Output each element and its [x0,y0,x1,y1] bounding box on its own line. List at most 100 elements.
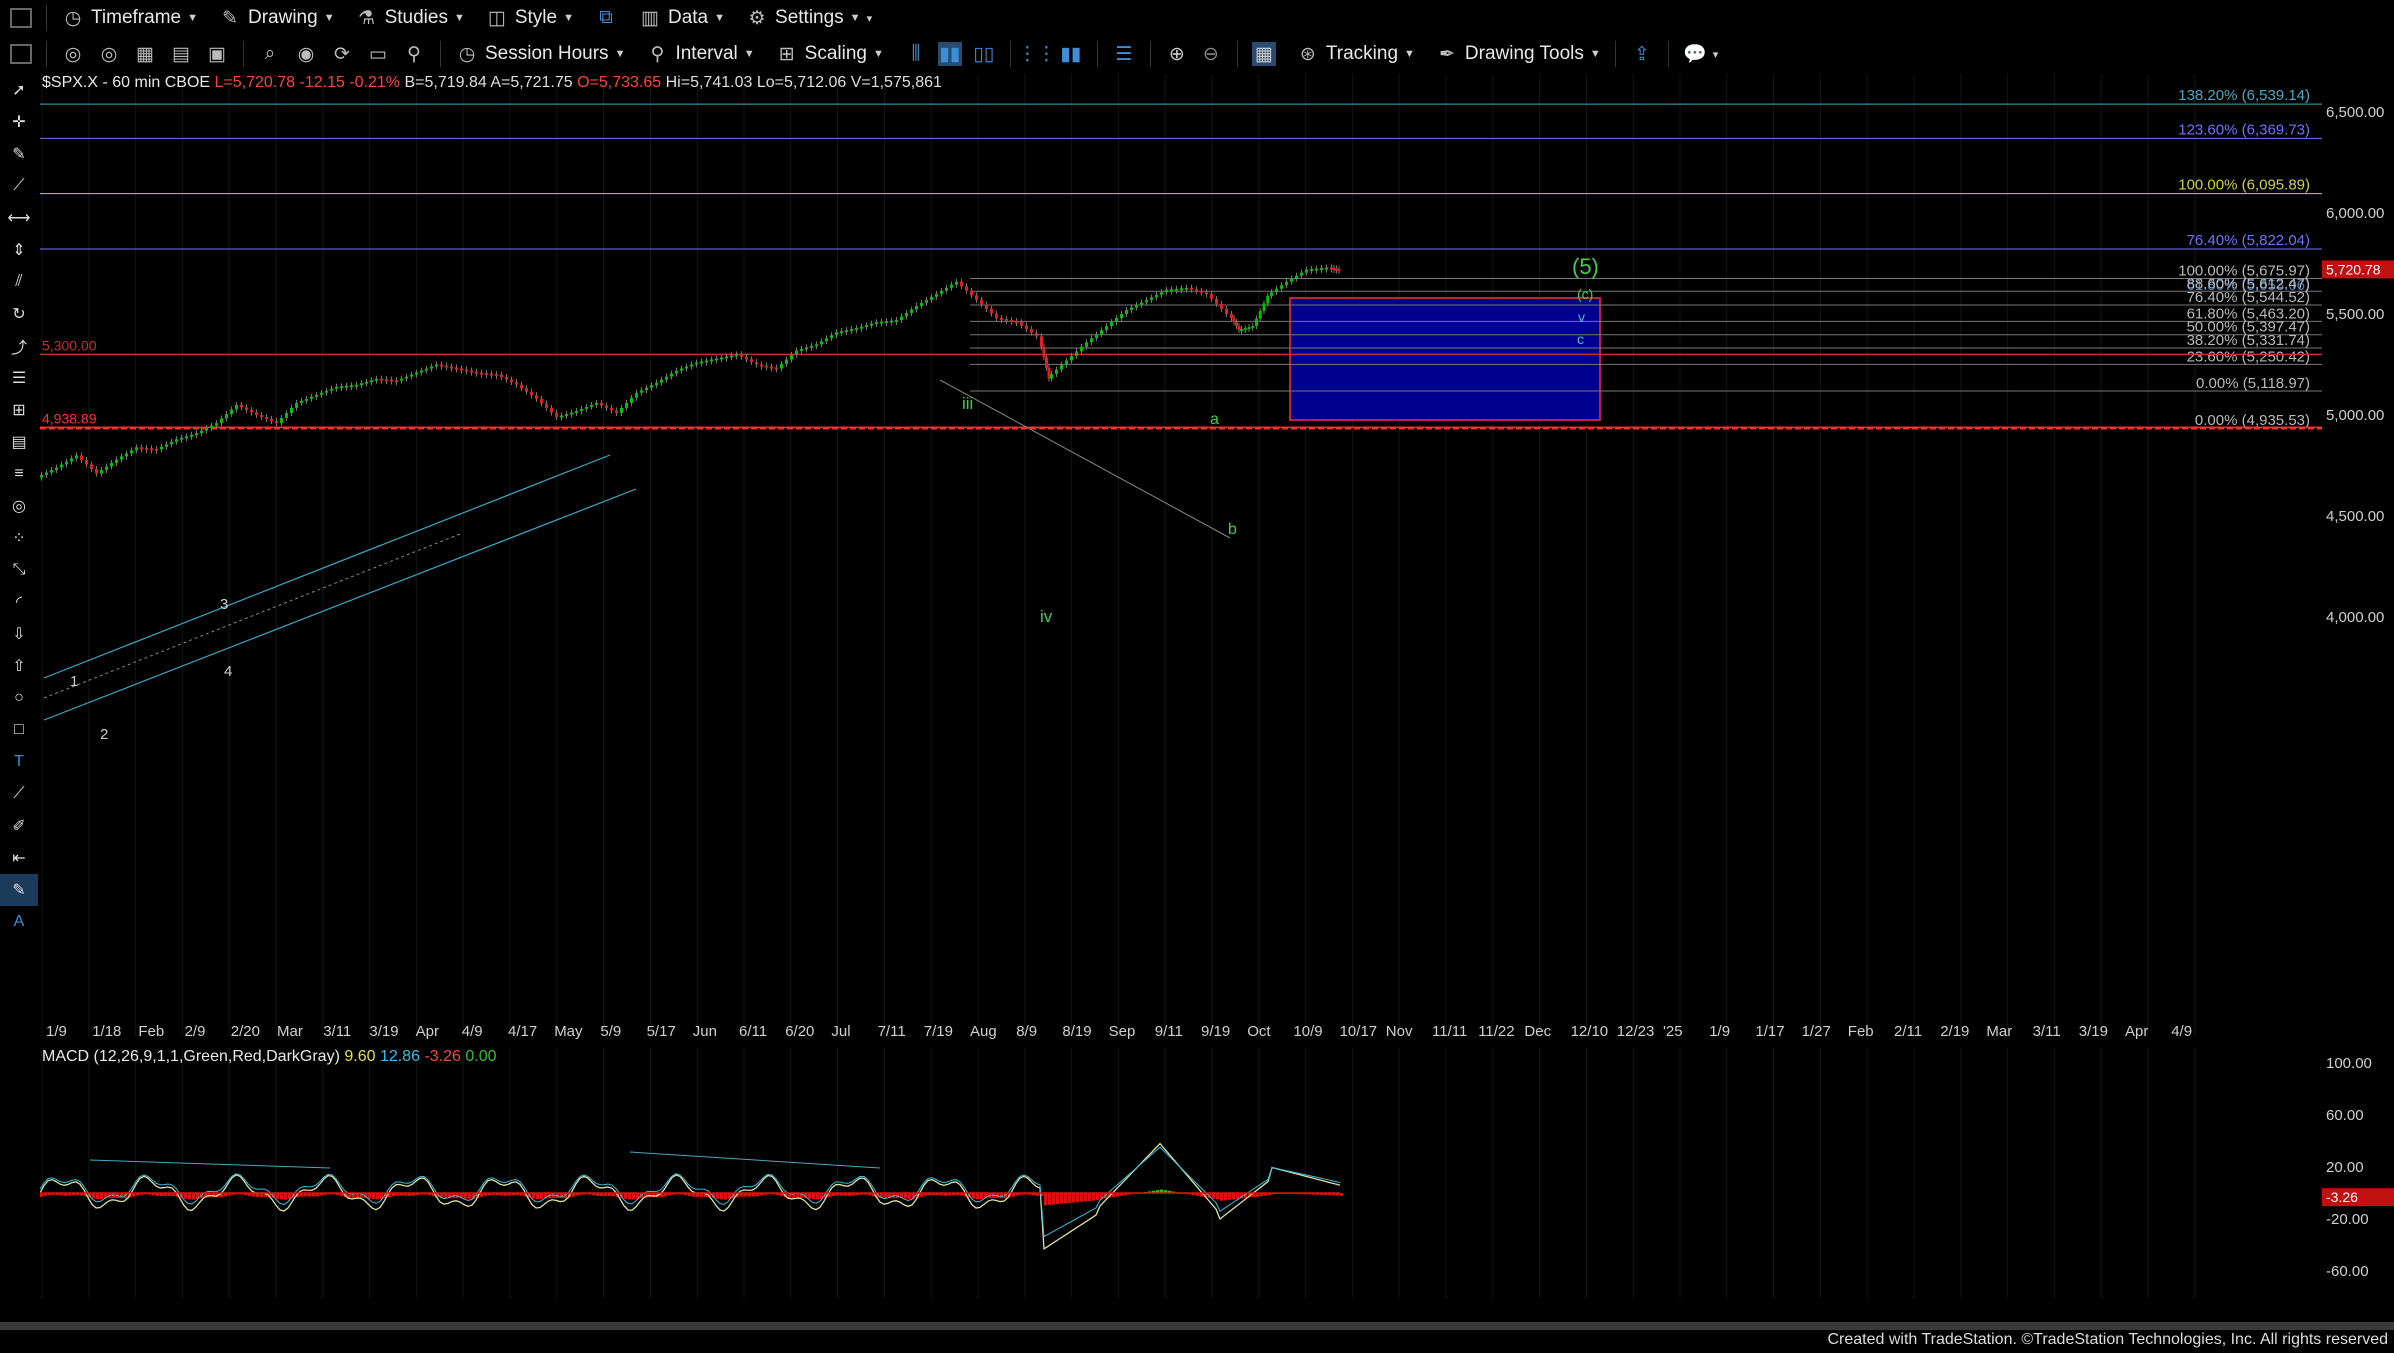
rectangle-icon[interactable]: □ [0,714,38,746]
chat-icon[interactable]: 💬 ▾ [1673,39,1729,69]
macd-axis[interactable]: 100.00 60.00 20.00 -20.00 -60.00 -3.26 [2322,1048,2394,1298]
link-icon[interactable]: ⚲ [402,42,426,66]
macd-bar [1076,1193,1079,1203]
bars-icon[interactable]: ▮▮ [1059,42,1083,66]
window-icon-2[interactable] [0,39,42,69]
target-icon[interactable]: ◉ [294,42,318,66]
candle [275,421,278,424]
candle [1110,322,1113,327]
split-icon[interactable]: ⋮⋮ [1018,42,1056,66]
tool-icons-group-2[interactable]: ⌕ ◉ ⟳ ▭ ⚲ [248,39,436,69]
macd-bar [1224,1193,1227,1201]
candle [475,371,478,374]
horizontal-line-icon[interactable]: ⟷ [0,202,38,234]
hollow-candle-icon[interactable]: ▯▯ [972,42,996,66]
arc-icon[interactable]: ◜ [0,586,38,618]
data-menu[interactable]: ▥ Data ▼ [628,3,735,33]
drawing-menu[interactable]: ✎ Drawing ▼ [208,3,345,33]
cycle-icon[interactable]: ↻ [0,298,38,330]
horizontal-scrollbar[interactable] [0,1322,2394,1330]
goto-icon[interactable]: ⇤ [0,842,38,874]
fib-extension-lines: 138.20% (6,539.14) 123.60% (6,369.73) 100.… [40,87,2322,250]
ohlc-icon[interactable]: ⫼ [904,42,928,66]
candle [1030,329,1033,333]
candle [1140,302,1143,305]
refresh-icon[interactable]: ⟳ [330,42,354,66]
grid-icon[interactable]: ▤ [169,42,193,66]
support-lines: 5,300.00 4,938.89 [40,337,2322,429]
text-icon[interactable]: T [0,746,38,778]
session-hours-menu[interactable]: ◷ Session Hours ▼ [445,39,635,69]
symbol-name: $SPX.X - 60 min CBOE [42,74,211,91]
zoom-out-icon[interactable]: ⊖ [1199,42,1223,66]
candle [1100,330,1103,335]
dots-icon[interactable]: ⁘ [0,522,38,554]
interval-menu[interactable]: ⚲ Interval ▼ [635,39,764,69]
panel-icon[interactable]: ☰ [1112,42,1136,66]
gann-icon[interactable]: ⊞ [0,394,38,426]
drawing-tools-menu[interactable]: ✒ Drawing Tools ▼ [1425,39,1611,69]
circle-icon[interactable]: ◎ [61,42,85,66]
arrow-down-icon[interactable]: ⇩ [0,618,38,650]
eraser-icon[interactable]: ✐ [0,810,38,842]
macd-bar [1060,1193,1063,1204]
candle [775,367,778,370]
spiral-icon[interactable]: ◎ [0,490,38,522]
candle [995,313,998,319]
pencil-edit-icon[interactable]: ✎ [0,874,38,906]
price-axis[interactable]: 6,500.00 6,000.00 5,500.00 5,000.00 4,500.00… [2322,74,2394,1044]
time-label: '25 [1663,1023,1683,1040]
table-icon[interactable]: ▤ [0,426,38,458]
candle [865,325,868,328]
bar-type-icons[interactable]: ⫼ ▮▮ ▯▯ ⋮⋮ ▮▮ ☰ ⊕ ⊖ ▦ [894,39,1286,69]
pen-tool-icon[interactable]: ✎ [0,138,38,170]
studies-menu[interactable]: ⚗ Studies ▼ [345,3,475,33]
grid-toggle-icon[interactable]: ▦ [1251,42,1276,66]
tracking-menu[interactable]: ⊛ Tracking ▼ [1286,39,1425,69]
candle [140,447,143,450]
lines-icon[interactable]: ≡ [0,458,38,490]
fib-icon[interactable]: ☰ [0,362,38,394]
candle [80,455,83,460]
arrow-up-icon[interactable]: ⇧ [0,650,38,682]
circle-icon-2[interactable]: ◎ [97,42,121,66]
ruler-icon[interactable]: ⟋ [0,778,38,810]
window-icon[interactable] [0,3,42,33]
candle [1015,321,1018,324]
ray-icon[interactable]: ⤴ [0,330,38,362]
macd-bar [376,1193,379,1200]
arrow-line-icon[interactable]: ⤡ [0,554,38,586]
ellipse-icon[interactable]: ○ [0,682,38,714]
vertical-line-icon[interactable]: ⇕ [0,234,38,266]
candle [795,350,798,355]
time-label: Oct [1247,1023,1271,1040]
scaling-menu[interactable]: ⊞ Scaling ▼ [765,39,894,69]
candle-icon[interactable]: ▮▮ [937,42,962,66]
search-chart-icon[interactable]: ⌕ [258,42,282,66]
drawing-tools-sidebar: ➚ ✛ ✎ ⟋ ⟷ ⇕ ⫽ ↻ ⤴ ☰ ⊞ ▤ ≡ ◎ ⁘ ⤡ ◜ ⇩ ⇧ ○ … [0,74,38,1344]
macd-panel[interactable] [40,1048,2322,1298]
layout-icon[interactable]: ⧉ [584,3,628,33]
candle [900,316,903,321]
candle [280,418,283,424]
candle [1000,318,1003,321]
pointer-icon[interactable]: ➚ [0,74,38,106]
settings-menu[interactable]: ⚙ Settings ▼ ▾ [735,3,882,33]
share-icon[interactable]: ⇪ [1620,39,1664,69]
crosshair-icon[interactable]: ✛ [0,106,38,138]
text-box-icon[interactable]: A [0,906,38,938]
tool-icons-group[interactable]: ◎ ◎ ▦ ▤ ▣ [51,39,239,69]
candle [845,330,848,333]
candle [65,461,68,465]
channel-icon[interactable]: ⫽ [0,266,38,298]
calendar-icon[interactable]: ▦ [133,42,157,66]
style-menu[interactable]: ◫ Style ▼ [475,3,584,33]
candle [490,373,493,376]
zoom-in-icon[interactable]: ⊕ [1165,42,1189,66]
trendline-icon[interactable]: ⟋ [0,170,38,202]
timeframe-menu[interactable]: ◷ Timeframe ▼ [51,3,208,33]
price-chart[interactable]: 138.20% (6,539.14) 123.60% (6,369.73) 100.… [40,74,2322,1044]
save-icon[interactable]: ▭ [366,42,390,66]
image-icon[interactable]: ▣ [205,42,229,66]
candle [1075,351,1078,356]
